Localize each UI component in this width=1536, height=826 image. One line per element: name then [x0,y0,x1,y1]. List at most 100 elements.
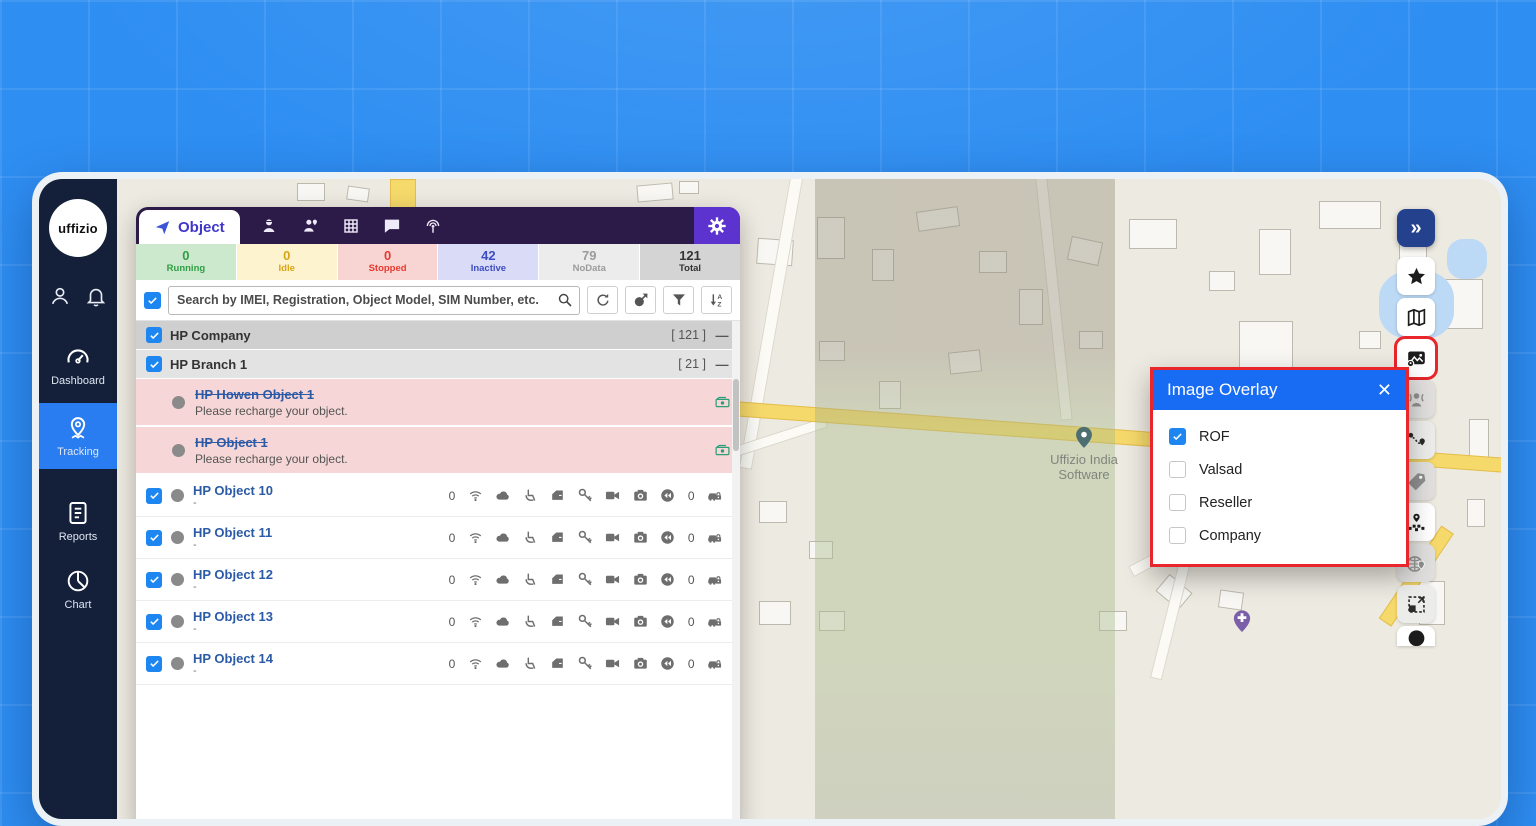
search-action-button[interactable]: AZ [701,286,732,314]
status-chip[interactable]: 42 Inactive [438,244,538,280]
select-all-checkbox[interactable] [144,292,161,309]
svg-text:A: A [717,294,722,301]
object-alert-row[interactable]: HP Howen Object 1 Please recharge your o… [136,379,740,427]
seat-icon [523,572,538,587]
map-toolbar-button[interactable] [1397,626,1435,646]
signal-icon [468,572,483,587]
map-highway [390,179,416,209]
status-chip[interactable]: 0 Stopped [338,244,438,280]
object-checkbox[interactable] [146,614,162,630]
hospital-pin-icon[interactable] [1229,607,1255,637]
object-rows: HP Object 10 - 0 [136,475,740,685]
camera-icon [633,530,648,545]
alert-message: Please recharge your object. [195,404,348,418]
status-chip[interactable]: 0 Idle [237,244,337,280]
overlay-checkbox[interactable] [1169,527,1186,544]
status-chip[interactable]: 0 Running [136,244,236,280]
object-row[interactable]: HP Object 14 - 0 [136,643,740,685]
object-name: HP Object 12 [193,567,333,582]
map-toolbar-button[interactable] [1397,257,1435,295]
search-action-button[interactable] [625,286,656,314]
object-list: HP Company [ 121 ] — HP Branch 1 [ 21 ] … [136,321,740,826]
aux-count: 0 [688,489,695,503]
group-checkbox[interactable] [146,327,162,343]
seat-icon [523,488,538,503]
panel-tab-icon[interactable] [342,217,360,235]
seat-icon [523,530,538,545]
panel-tab-icon[interactable] [383,217,401,235]
aux-count: 0 [688,615,695,629]
overlay-checkbox[interactable] [1169,461,1186,478]
search-action-button[interactable] [587,286,618,314]
sidebar-nav-item[interactable]: Chart [39,559,117,619]
status-dot [171,489,184,502]
uffizio-logo[interactable]: uffizio [49,199,107,257]
playback-icon [660,614,675,629]
object-checkbox[interactable] [146,572,162,588]
tab-object[interactable]: Object [139,210,240,244]
map-toolbar-button[interactable] [1397,585,1435,623]
sidebar-nav-item[interactable]: Tracking [39,403,117,469]
camera-icon [633,488,648,503]
signal-icon [468,614,483,629]
status-dot [172,444,185,457]
map-building [759,601,791,625]
map-watermark-text: Uffizio India Software [1029,452,1139,482]
panel-tab-icon[interactable] [301,217,319,235]
sidebar-nav-item[interactable]: Reports [39,491,117,551]
camera-icon [633,614,648,629]
status-chip[interactable]: 121 Total [640,244,740,280]
lock-icon [707,488,722,503]
group-checkbox[interactable] [146,356,162,372]
panel-collapse-button[interactable]: » [1397,209,1435,247]
close-icon[interactable]: ✕ [1377,381,1392,399]
group-name: HP Company [170,328,251,343]
overlay-option[interactable]: Company [1153,519,1406,552]
object-checkbox[interactable] [146,530,162,546]
map-building [297,183,325,201]
object-status-icons: 0 0 [449,488,730,503]
object-row[interactable]: HP Object 11 - 0 [136,517,740,559]
status-chip[interactable]: 79 NoData [539,244,639,280]
overlay-option[interactable]: Valsad [1153,453,1406,486]
overlay-option[interactable]: ROF [1153,420,1406,453]
map-building [1129,219,1177,249]
panel-tab-icon[interactable] [424,217,442,235]
image-overlay-popup-header: Image Overlay ✕ [1153,370,1406,410]
map-toolbar-button[interactable] [1397,298,1435,336]
panel-tab-icon[interactable] [260,217,278,235]
sidebar-quick-icon[interactable] [49,285,71,307]
search-icon[interactable] [557,292,573,308]
door-icon [550,614,565,629]
list-scrollbar[interactable] [732,321,740,826]
overlay-checkbox[interactable] [1169,428,1186,445]
object-status-icons: 0 0 [449,614,730,629]
settings-button[interactable] [694,207,740,244]
status-chip-value: 0 [384,249,391,264]
object-row[interactable]: HP Object 12 - 0 [136,559,740,601]
list-scrollbar-thumb[interactable] [733,379,739,451]
search-action-button[interactable] [663,286,694,314]
map-building [346,186,370,203]
object-row[interactable]: HP Object 13 - 0 [136,601,740,643]
overlay-checkbox[interactable] [1169,494,1186,511]
engine-icon [495,488,510,503]
image-overlay-options: ROF Valsad Reseller Company [1153,410,1406,564]
status-chip-label: Stopped [369,264,407,275]
object-checkbox[interactable] [146,488,162,504]
playback-icon [660,572,675,587]
object-alert-row[interactable]: HP Object 1 Please recharge your object. [136,427,740,475]
overlay-option[interactable]: Reseller [1153,486,1406,519]
object-checkbox[interactable] [146,656,162,672]
search-input[interactable] [175,292,557,308]
group-row[interactable]: HP Company [ 121 ] — [136,321,740,350]
recharge-icon[interactable] [715,443,730,458]
recharge-icon[interactable] [715,395,730,410]
sidebar-nav-item[interactable]: Dashboard [39,335,117,395]
object-row[interactable]: HP Object 10 - 0 [136,475,740,517]
sidebar-quick-icon[interactable] [85,285,107,307]
group-row[interactable]: HP Branch 1 [ 21 ] — [136,350,740,379]
collapse-icon[interactable]: — [714,357,730,372]
object-name: HP Object 14 [193,651,333,666]
collapse-icon[interactable]: — [714,328,730,343]
